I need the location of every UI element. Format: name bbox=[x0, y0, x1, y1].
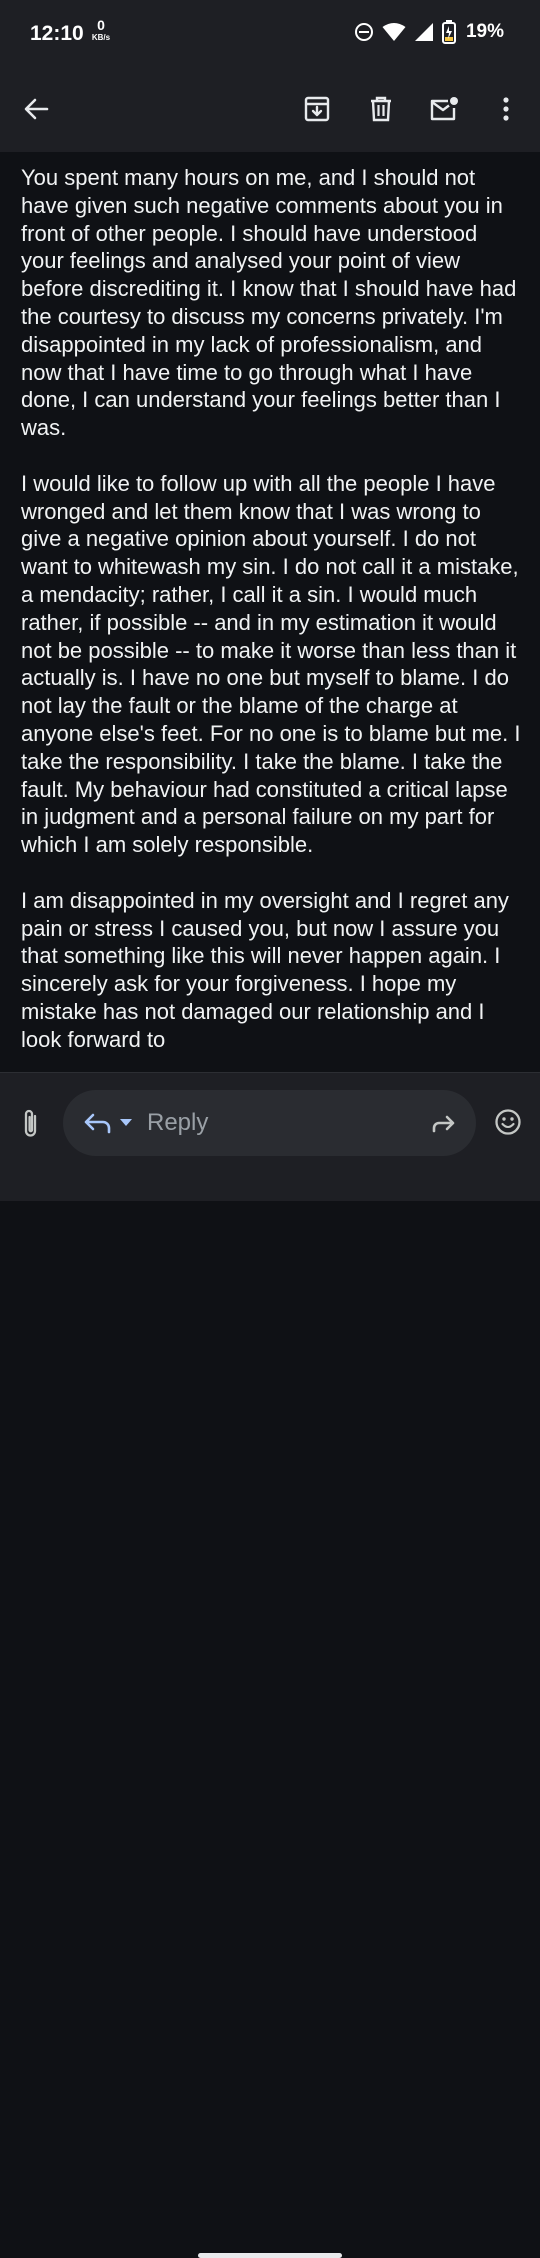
email-paragraph: I would like to follow up with all the p… bbox=[21, 470, 521, 858]
status-time: 12:10 bbox=[30, 22, 84, 45]
delete-icon[interactable] bbox=[366, 94, 396, 124]
network-speed-value: 0 bbox=[97, 17, 105, 33]
more-vert-icon[interactable] bbox=[491, 94, 521, 124]
email-paragraph: You spent many hours on me, and I should… bbox=[21, 165, 517, 441]
emoji-icon[interactable] bbox=[494, 1108, 522, 1136]
reply-input[interactable]: Reply bbox=[63, 1090, 476, 1156]
email-toolbar bbox=[0, 68, 540, 152]
reply-placeholder: Reply bbox=[147, 1109, 209, 1136]
dnd-icon bbox=[354, 23, 373, 41]
back-arrow-icon[interactable] bbox=[21, 94, 51, 124]
status-bar: 12:10 0 KB/s 19% bbox=[0, 0, 540, 68]
reply-bar: Reply bbox=[0, 1072, 540, 2258]
email-paragraph: I am disappointed in my oversight and I … bbox=[21, 887, 509, 1052]
status-icons: 19% bbox=[354, 20, 504, 44]
attachment-icon[interactable] bbox=[18, 1107, 44, 1141]
wifi-icon bbox=[382, 23, 406, 41]
network-speed: 0 KB/s bbox=[88, 18, 114, 42]
home-indicator[interactable] bbox=[198, 2253, 342, 2258]
chevron-down-icon[interactable] bbox=[119, 1118, 133, 1128]
email-body[interactable]: You spent many hours on me, and I should… bbox=[0, 152, 540, 1072]
mark-unread-icon[interactable] bbox=[429, 94, 459, 124]
network-speed-unit: KB/s bbox=[91, 33, 111, 42]
reply-icon[interactable] bbox=[83, 1111, 113, 1135]
email-message: You spent many hours on me, and I should… bbox=[0, 152, 540, 1054]
battery-charging-icon bbox=[441, 20, 456, 44]
forward-icon[interactable] bbox=[430, 1111, 456, 1135]
archive-icon[interactable] bbox=[302, 94, 332, 124]
signal-icon bbox=[414, 23, 433, 41]
battery-percent: 19% bbox=[465, 21, 504, 42]
